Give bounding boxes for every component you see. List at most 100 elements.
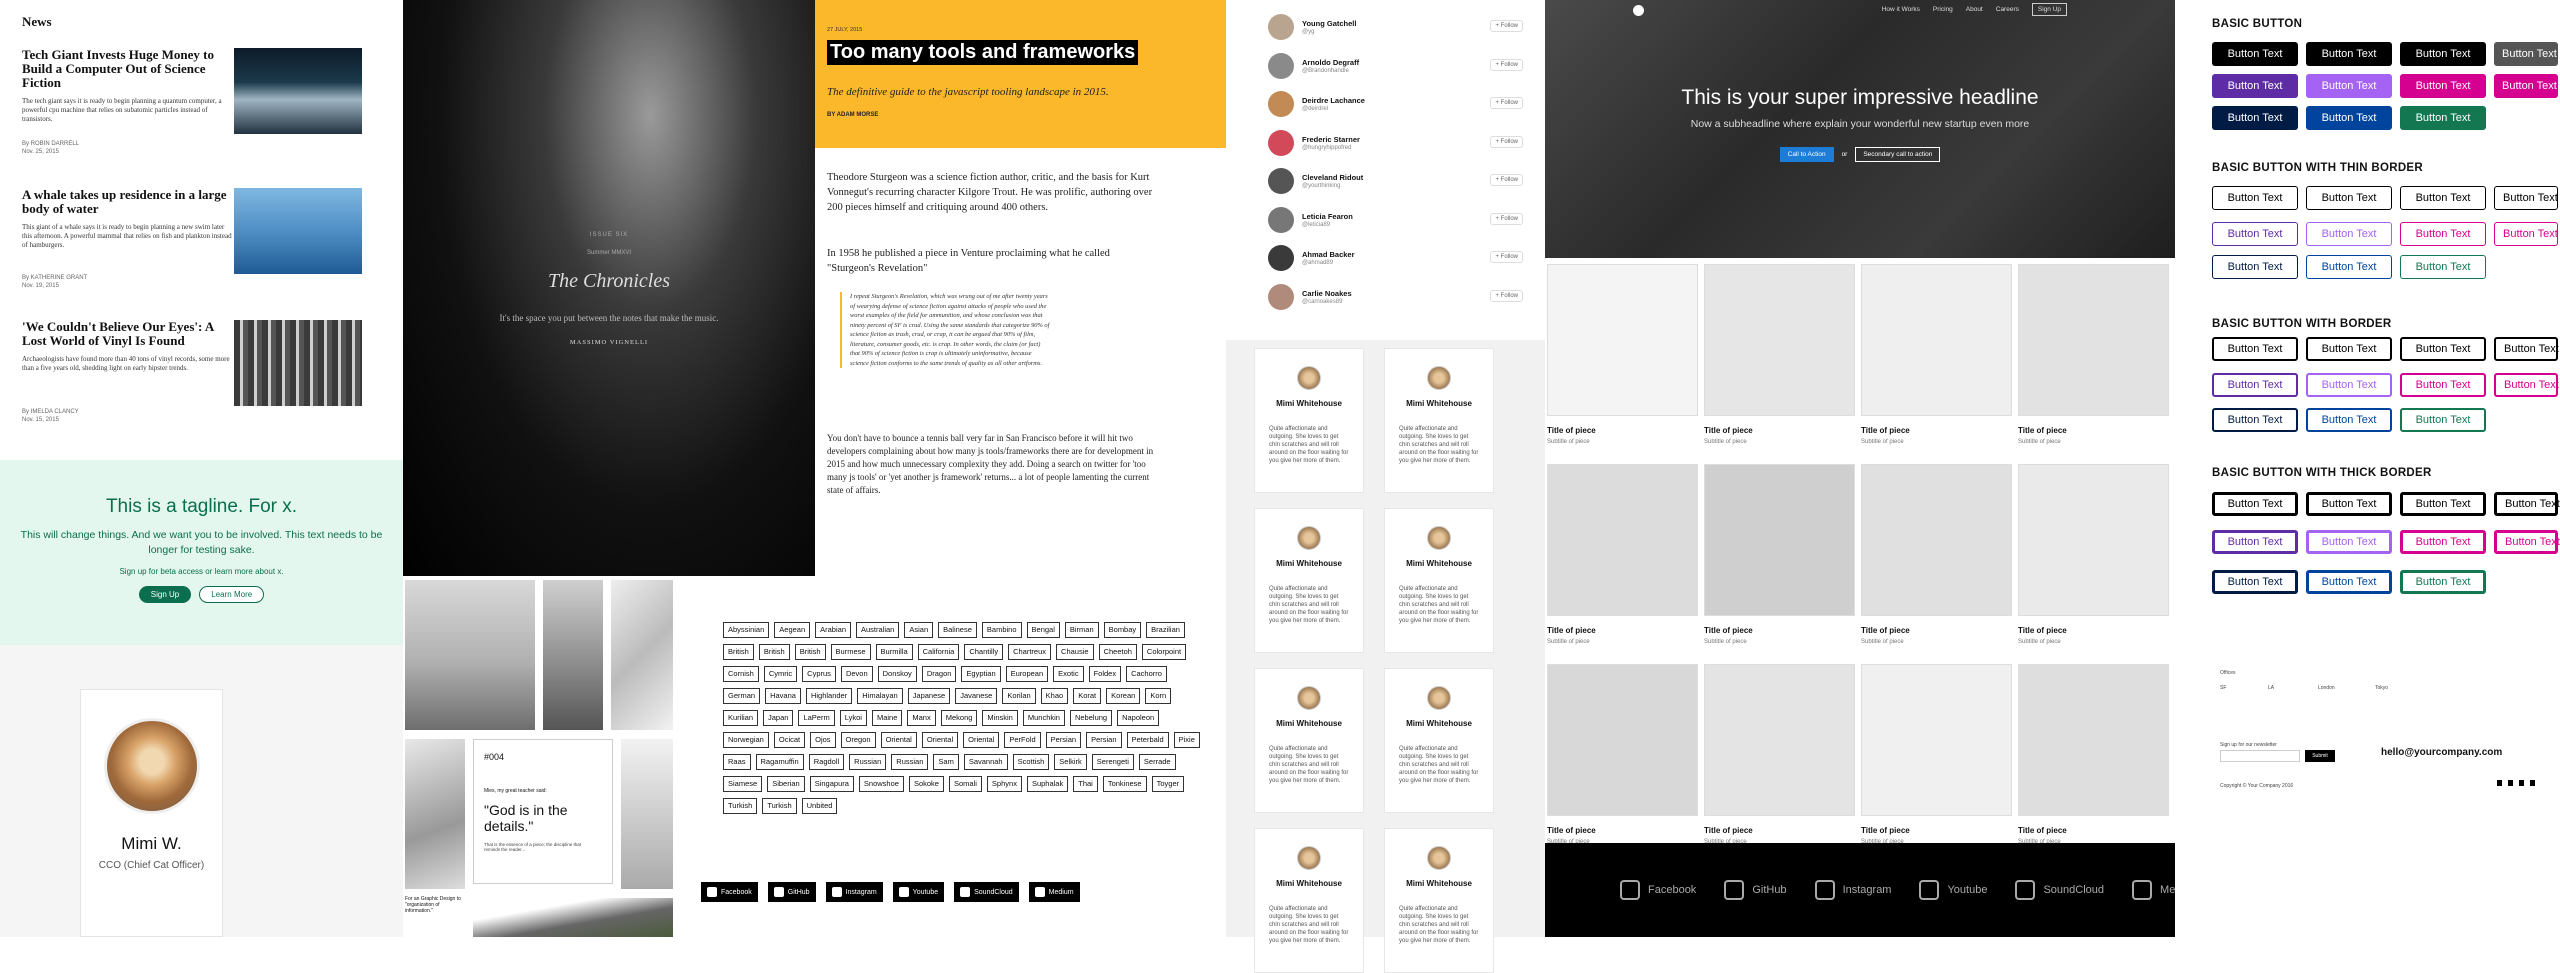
newsletter-input[interactable]	[2220, 750, 2300, 762]
social-button[interactable]: SoundCloud	[954, 882, 1019, 902]
tag-chip[interactable]: Japan	[763, 710, 794, 726]
tag-chip[interactable]: Maine	[871, 710, 903, 726]
tag-chip[interactable]: Mekong	[940, 710, 978, 726]
button-sample[interactable]: Button Text	[2494, 42, 2558, 66]
social-button[interactable]: Youtube	[892, 882, 945, 902]
tag-chip[interactable]: Persian	[1086, 732, 1122, 748]
social-link[interactable]: Facebook	[1620, 880, 1696, 900]
button-sample[interactable]: Button Text	[2400, 530, 2486, 554]
piece-image[interactable]	[1861, 264, 2012, 416]
tag-chip[interactable]: Minskin	[982, 710, 1018, 726]
tag-chip[interactable]: Pixie	[1173, 732, 1200, 748]
tag-chip[interactable]: Cornish	[723, 666, 759, 682]
tag-chip[interactable]: Oregon	[840, 732, 876, 748]
tag-chip[interactable]: Foldex	[1088, 666, 1122, 682]
button-sample[interactable]: Button Text	[2494, 530, 2560, 554]
tag-chip[interactable]: Oriental	[963, 732, 1000, 748]
tag-chip[interactable]: Singapura	[809, 776, 854, 792]
tag-chip[interactable]: Savannah	[963, 754, 1008, 770]
piece-image[interactable]	[2018, 264, 2169, 416]
tag-chip[interactable]: Cachorro	[1126, 666, 1167, 682]
news-title[interactable]: Tech Giant Invests Huge Money to Build a…	[22, 48, 232, 90]
tag-chip[interactable]: British	[794, 644, 826, 660]
button-sample[interactable]: Button Text	[2212, 408, 2298, 432]
button-sample[interactable]: Button Text	[2212, 186, 2298, 210]
profile-card[interactable]: Mimi Whitehouse Quite affectionate and ou…	[1384, 668, 1494, 813]
button-sample[interactable]: Button Text	[2494, 373, 2559, 397]
piece-image[interactable]	[1547, 464, 1698, 616]
tag-chip[interactable]: Dragon	[921, 666, 957, 682]
tag-chip[interactable]: Havana	[765, 688, 801, 704]
tag-chip[interactable]: Burmese	[830, 644, 871, 660]
button-sample[interactable]: Button Text	[2212, 74, 2298, 98]
tag-chip[interactable]: Sokoke	[908, 776, 944, 792]
button-sample[interactable]: Button Text	[2306, 492, 2392, 516]
tag-chip[interactable]: Lykoi	[839, 710, 867, 726]
tag-chip[interactable]: Raas	[723, 754, 751, 770]
button-sample[interactable]: Button Text	[2306, 570, 2392, 594]
button-sample[interactable]: Button Text	[2494, 337, 2559, 361]
tag-chip[interactable]: European	[1005, 666, 1049, 682]
tag-chip[interactable]: Munchkin	[1022, 710, 1065, 726]
tag-chip[interactable]: Napoleon	[1117, 710, 1160, 726]
piece-title[interactable]: Title of piece	[2018, 826, 2067, 835]
tag-chip[interactable]: Nebelung	[1069, 710, 1113, 726]
button-sample[interactable]: Button Text	[2306, 222, 2392, 246]
piece-title[interactable]: Title of piece	[2018, 626, 2067, 635]
button-sample[interactable]: Button Text	[2306, 42, 2392, 66]
learn-more-button[interactable]: Learn More	[199, 586, 265, 603]
tag-chip[interactable]: Kurilian	[723, 710, 759, 726]
social-button[interactable]: Instagram	[825, 882, 883, 902]
button-sample[interactable]: Button Text	[2212, 106, 2298, 130]
tag-chip[interactable]: Ragamuffin	[755, 754, 804, 770]
piece-image[interactable]	[2018, 464, 2169, 616]
tag-chip[interactable]: Toyger	[1151, 776, 1185, 792]
tag-chip[interactable]: Oriental	[921, 732, 959, 748]
tag-chip[interactable]: Japanese	[907, 688, 951, 704]
submit-button[interactable]: Submit	[2305, 750, 2335, 762]
button-sample[interactable]: Button Text	[2306, 408, 2392, 432]
piece-title[interactable]: Title of piece	[2018, 426, 2067, 435]
button-sample[interactable]: Button Text	[2400, 570, 2486, 594]
follow-button[interactable]: + Follow	[1490, 58, 1523, 71]
tag-chip[interactable]: Ojos	[810, 732, 836, 748]
social-button[interactable]: Medium	[1028, 882, 1080, 902]
contact-email[interactable]: hello@yourcompany.com	[2381, 747, 2502, 758]
tag-chip[interactable]: LaPerm	[798, 710, 835, 726]
tag-chip[interactable]: British	[758, 644, 790, 660]
piece-title[interactable]: Title of piece	[1547, 626, 1596, 635]
tag-chip[interactable]: Chartreux	[1008, 644, 1052, 660]
news-title[interactable]: A whale takes up residence in a large bo…	[22, 188, 232, 216]
tag-chip[interactable]: Somali	[948, 776, 982, 792]
tag-chip[interactable]: Cheetoh	[1098, 644, 1137, 660]
tag-chip[interactable]: Bengal	[1026, 622, 1060, 638]
piece-title[interactable]: Title of piece	[1547, 426, 1596, 435]
tag-chip[interactable]: Peterbald	[1126, 732, 1169, 748]
piece-image[interactable]	[1547, 264, 1698, 416]
tag-chip[interactable]: Bombay	[1103, 622, 1142, 638]
social-link[interactable]: SoundCloud	[2015, 880, 2104, 900]
profile-card[interactable]: Mimi Whitehouse Quite affectionate and ou…	[1254, 508, 1364, 653]
tag-chip[interactable]: Bambino	[981, 622, 1022, 638]
signup-button[interactable]: Sign Up	[138, 586, 192, 603]
profile-card[interactable]: Mimi Whitehouse Quite affectionate and ou…	[1384, 348, 1494, 493]
twitter-icon[interactable]	[2508, 780, 2513, 786]
news-item[interactable]: 'We Couldn't Believe Our Eyes': A Lost W…	[22, 320, 362, 440]
button-sample[interactable]: Button Text	[2306, 106, 2392, 130]
button-sample[interactable]: Button Text	[2212, 530, 2298, 554]
tag-chip[interactable]: Turkish	[762, 798, 797, 814]
piece-title[interactable]: Title of piece	[1861, 626, 1910, 635]
tag-chip[interactable]: Turkish	[723, 798, 758, 814]
button-sample[interactable]: Button Text	[2400, 408, 2486, 432]
tag-chip[interactable]: Himalayan	[857, 688, 903, 704]
button-sample[interactable]: Button Text	[2306, 74, 2392, 98]
tag-chip[interactable]: Khao	[1040, 688, 1069, 704]
tag-chip[interactable]: Cymric	[763, 666, 798, 682]
profile-card[interactable]: Mimi Whitehouse Quite affectionate and ou…	[1384, 828, 1494, 973]
social-button[interactable]: Facebook	[701, 882, 758, 902]
profile-card[interactable]: Mimi Whitehouse Quite affectionate and ou…	[1254, 348, 1364, 493]
tag-chip[interactable]: Siamese	[723, 776, 763, 792]
social-button[interactable]: GitHub	[767, 882, 816, 902]
tag-chip[interactable]: Egyptian	[961, 666, 1001, 682]
secondary-cta-button[interactable]: Secondary call to action	[1855, 147, 1941, 162]
